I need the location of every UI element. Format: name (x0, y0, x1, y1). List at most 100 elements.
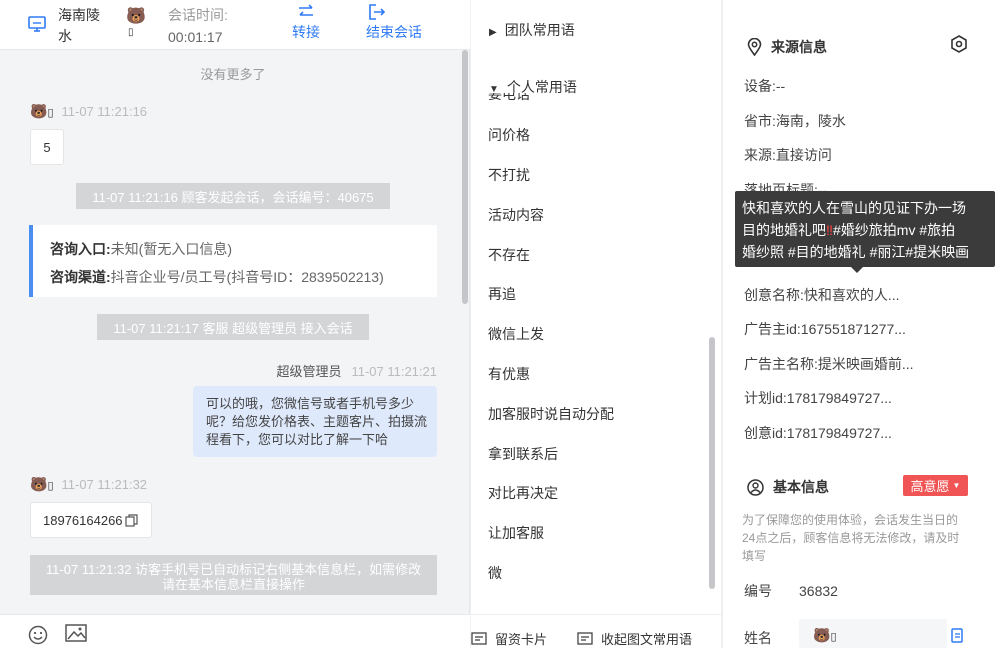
location-icon (747, 38, 762, 56)
customer-name: 海南陵水 (58, 7, 100, 44)
source-field: 来源:直接访问 (744, 147, 832, 163)
visitor-avatar: 🐻 (30, 103, 48, 119)
team-phrases-group[interactable]: ▶ 团队常用语 (489, 20, 575, 40)
copy-icon[interactable] (124, 513, 138, 527)
consult-channel-row: 咨询渠道:抖音企业号/员工号(抖音号ID：2839502213) (50, 263, 437, 291)
consult-entry-value: 未知(暂无入口信息) (110, 241, 232, 257)
caret-down-icon: ▼ (952, 481, 961, 490)
creative-id-field: 创意id:178179849727... (744, 425, 892, 441)
province-city-field: 省市:海南，陵水 (744, 113, 846, 129)
phrase-item[interactable]: 让加客服 (488, 523, 544, 543)
phrase-item[interactable]: 不打扰 (488, 165, 530, 185)
emoji-icon[interactable] (28, 625, 48, 645)
phrase-item[interactable]: 拿到联系后 (488, 444, 558, 464)
agent-name: 超级管理员 (276, 364, 342, 379)
document-icon (577, 631, 593, 645)
visitor-message-meta: 🐻▯ 11-07 11:21:16 (30, 103, 147, 120)
name-label: 姓名 (744, 630, 772, 646)
caret-right-icon: ▶ (489, 27, 497, 38)
no-more-text: 没有更多了 (200, 67, 266, 82)
visitor-phone-bubble: 18976164266 (30, 502, 152, 538)
intent-label: 高意愿 (910, 479, 950, 494)
system-message: 11-07 11:21:16 顾客发起会话，会话编号：40675 (76, 183, 390, 209)
phrase-item[interactable]: 不存在 (488, 245, 530, 265)
phrase-item[interactable]: 活动内容 (488, 205, 544, 225)
consult-entry-row: 咨询入口:未知(暂无入口信息) (50, 235, 437, 263)
consult-entry-label: 咨询入口: (50, 241, 111, 257)
phrase-item[interactable]: 问价格 (488, 125, 530, 145)
name-emoji: 🐻 (813, 627, 831, 643)
visitor-name-glyph: ▯ (128, 27, 134, 38)
visitor-name-glyph: ▯ (47, 480, 54, 492)
advertiser-id-field: 广告主id:167551871277... (744, 321, 906, 337)
visitor-avatar: 🐻 (30, 476, 48, 492)
phrase-item[interactable]: 加客服时说自动分配 (488, 404, 614, 424)
intent-level-dropdown[interactable]: 高意愿 ▼ (903, 475, 968, 496)
basic-info-label: 基本信息 (773, 479, 829, 495)
phrases-footer: 留资卡片 收起图文常用语 (471, 614, 721, 648)
logout-icon (369, 4, 386, 20)
agent-message-meta: 超级管理员 11-07 11:21:21 (276, 361, 437, 380)
monitor-icon (28, 16, 46, 32)
source-info-label: 来源信息 (771, 39, 827, 55)
agent-message-bubble: 可以的哦，您微信号或者手机号多少呢？给您发价格表、主题客片、拍摄流程看下，您可以… (193, 386, 437, 457)
image-icon[interactable] (65, 624, 87, 642)
edit-deadline-note: 为了保障您的使用体验，会话发生当日的24点之后，顾客信息将无法修改，请及时填写 (742, 513, 960, 563)
chat-scrollbar[interactable] (462, 50, 468, 304)
phrase-item[interactable]: 微信上发 (488, 324, 544, 344)
creative-name-tooltip: 快和喜欢的人在雪山的见证下办一场 目的地婚礼吧‼#婚纱旅拍mv #旅拍 婚纱照 … (735, 191, 995, 273)
advertiser-name-field: 广告主名称:提米映画婚前... (744, 356, 914, 372)
session-time-label: 会话时间: (168, 7, 228, 23)
source-info-title: 来源信息 (747, 37, 827, 57)
chat-panel: 海南陵水 🐻 ▯ 会话时间: 00:01:17 转接 结束会话 没有更多了 🐻▯… (0, 0, 470, 648)
phrase-item[interactable]: 有优惠 (488, 364, 530, 384)
phrase-item[interactable]: 微 (488, 563, 502, 583)
tooltip-line: 婚纱照 #目的地婚礼 #丽江#提米映画 (742, 244, 970, 260)
name-input[interactable]: 🐻▯ (799, 619, 947, 648)
basic-info-title: 基本信息 (747, 477, 829, 497)
consult-channel-label: 咨询渠道: (50, 269, 111, 285)
settings-icon[interactable] (950, 35, 968, 53)
end-session-button[interactable]: 结束会话 (366, 4, 422, 42)
transfer-icon (299, 4, 313, 16)
id-value: 36832 (799, 583, 838, 599)
collapse-phrases-label: 收起图文常用语 (601, 632, 693, 647)
visitor-message-meta: 🐻▯ 11-07 11:21:32 (30, 476, 147, 493)
plan-id-field: 计划id:178179849727... (744, 390, 892, 406)
name-glyph: ▯ (830, 631, 837, 643)
id-field: 编号 36832 (744, 581, 838, 601)
visitor-message-bubble: 5 (30, 129, 64, 165)
phone-number: 18976164266 (43, 512, 123, 528)
common-phrases-panel: ▶ 团队常用语 ▼ 个人常用语 要电话 问价格 不打扰 活动内容 不存在 再追 微信… (471, 0, 721, 648)
creative-name-field[interactable]: 创意名称:快和喜欢的人... (744, 285, 900, 305)
phrase-item[interactable]: 对比再决定 (488, 483, 558, 503)
session-time-value: 00:01:17 (168, 29, 223, 45)
transfer-button[interactable]: 转接 (292, 4, 320, 42)
copy-icon[interactable] (951, 628, 965, 643)
lead-card-button[interactable]: 留资卡片 (471, 629, 547, 648)
user-icon (747, 478, 764, 496)
chat-toolbar (0, 614, 470, 648)
tooltip-line: 快和喜欢的人在雪山的见证下办一场 (742, 200, 966, 216)
end-session-label: 结束会话 (366, 24, 422, 40)
chat-header: 海南陵水 🐻 ▯ 会话时间: 00:01:17 转接 结束会话 (0, 0, 470, 50)
phrases-scrollbar[interactable] (709, 337, 715, 589)
visitor-avatar: 🐻 (126, 8, 146, 25)
id-label: 编号 (744, 583, 772, 599)
phrase-list: 问价格 不打扰 活动内容 不存在 再追 微信上发 有优惠 加客服时说自动分配 拿… (471, 95, 711, 595)
visitor-name-glyph: ▯ (47, 107, 54, 119)
message-time: 11-07 11:21:16 (61, 104, 148, 119)
message-time: 11-07 11:21:21 (351, 364, 437, 379)
device-field: 设备:-- (744, 78, 786, 94)
card-icon (471, 631, 487, 645)
transfer-label: 转接 (292, 24, 320, 40)
phrase-item[interactable]: 再追 (488, 284, 516, 304)
consult-channel-value: 抖音企业号/员工号(抖音号ID：2839502213) (110, 269, 384, 285)
collapse-phrases-button[interactable]: 收起图文常用语 (577, 629, 692, 648)
lead-card-label: 留资卡片 (495, 632, 548, 647)
system-message: 11-07 11:21:17 客服 超级管理员 接入会话 (97, 314, 369, 340)
consult-info-card: 咨询入口:未知(暂无入口信息) 咨询渠道:抖音企业号/员工号(抖音号ID：283… (29, 225, 437, 297)
system-message: 11-07 11:21:32 访客手机号已自动标记右侧基本信息栏，如需修改请在基… (30, 555, 437, 595)
team-phrases-label: 团队常用语 (504, 22, 575, 38)
message-list[interactable]: 没有更多了 🐻▯ 11-07 11:21:16 5 11-07 11:21:16 … (0, 51, 470, 597)
